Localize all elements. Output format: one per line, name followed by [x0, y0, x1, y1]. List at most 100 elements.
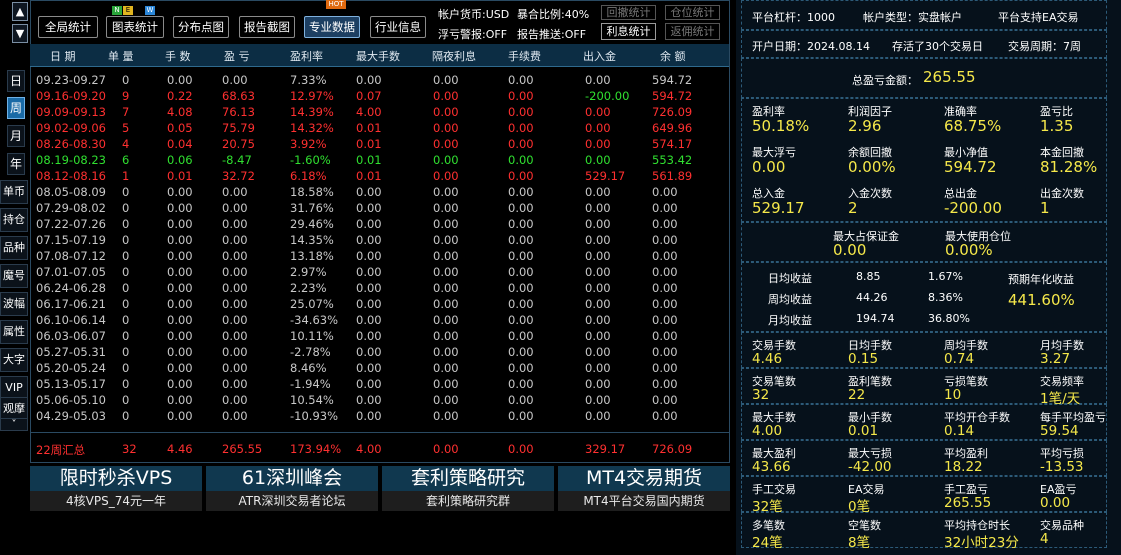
cell-max-lots: 0.01 [356, 121, 382, 135]
cell-lots: 0.00 [167, 281, 193, 295]
monthly-return-amount: 194.74 [856, 312, 895, 325]
table-row[interactable]: 06.24-06.28 0 0.00 0.00 2.23% 0.00 0.00 0.00 0.0… [30, 280, 729, 296]
cell-swap: 0.00 [433, 329, 459, 343]
side-tab-positions[interactable]: 持仓 [0, 208, 28, 232]
cell-count: 0 [122, 73, 130, 87]
table-row[interactable]: 05.27-05.31 0 0.00 0.00 -2.78% 0.00 0.00 0.00 0.… [30, 344, 729, 360]
report-screenshot-button[interactable]: 报告截图 [239, 16, 295, 38]
column-header-count[interactable]: 单 量 [108, 48, 134, 64]
chart-stats-button[interactable]: 图表统计 [106, 16, 164, 38]
table-row[interactable]: 06.03-06.07 0 0.00 0.00 10.11% 0.00 0.00 0.00 0.… [30, 328, 729, 344]
side-tab-symbols[interactable]: 品种 [0, 236, 28, 260]
tab-week[interactable]: 周 [7, 97, 25, 119]
scroll-up-icon[interactable]: ▲ [12, 2, 28, 21]
side-tab-single-currency[interactable]: 单币 [0, 180, 28, 204]
more-chevron-icon[interactable]: ˅ [0, 418, 28, 431]
cell-swap: 0.00 [433, 393, 459, 407]
banner-arbitrage[interactable]: 套利策略研究 [382, 466, 554, 491]
banner-vps-sub[interactable]: 4核VPS_74元一年 [30, 491, 202, 511]
table-row[interactable]: 05.13-05.17 0 0.00 0.00 -1.94% 0.00 0.00 0.00 0.… [30, 376, 729, 392]
column-header-fee[interactable]: 手续费 [508, 48, 541, 64]
side-tab-large-font[interactable]: 大字 [0, 348, 28, 372]
cell-pl: 0.00 [222, 281, 248, 295]
table-row[interactable]: 07.29-08.02 0 0.00 0.00 31.76% 0.00 0.00 0.00 0.… [30, 200, 729, 216]
cell-lots: 0.00 [167, 217, 193, 231]
cell-date: 09.23-09.27 [36, 73, 106, 87]
column-header-rate[interactable]: 盈利率 [290, 48, 323, 64]
column-header-balance[interactable]: 余 额 [660, 48, 686, 64]
scroll-down-icon[interactable]: ▼ [12, 24, 28, 43]
banner-mt4-futures-sub[interactable]: MT4平台交易国内期货 [558, 491, 730, 511]
avg-open-lots-value: 0.14 [944, 423, 975, 439]
banner-arbitrage-sub[interactable]: 套利策略研究群 [382, 491, 554, 511]
column-header-max-lots[interactable]: 最大手数 [356, 48, 400, 64]
table-row[interactable]: 09.02-09.06 5 0.05 75.79 14.32% 0.01 0.00 0.00 0… [30, 120, 729, 136]
position-stats-button[interactable]: 仓位统计 [665, 5, 720, 20]
banner-mt4-futures[interactable]: MT4交易期货 [558, 466, 730, 491]
cell-deposit: 0.00 [585, 409, 611, 423]
ea-trades-value: 0笔 [848, 499, 871, 515]
cell-lots: 0.00 [167, 233, 193, 247]
table-row[interactable]: 07.22-07.26 0 0.00 0.00 29.46% 0.00 0.00 0.00 0.… [30, 216, 729, 232]
cell-pl: 20.75 [222, 137, 255, 151]
cell-rate: 18.58% [290, 185, 334, 199]
cell-deposit: 0.00 [585, 393, 611, 407]
column-header-deposit[interactable]: 出入金 [583, 48, 616, 64]
cell-rate: 2.23% [290, 281, 327, 295]
cell-pl: 0.00 [222, 217, 248, 231]
cell-max-lots: 0.07 [356, 89, 382, 103]
cell-deposit: 0.00 [585, 137, 611, 151]
rebate-stats-button[interactable]: 返佣统计 [665, 23, 720, 40]
global-stats-button[interactable]: 全局统计 [38, 16, 98, 38]
table-row[interactable]: 07.01-07.05 0 0.00 0.00 2.97% 0.00 0.00 0.00 0.0… [30, 264, 729, 280]
table-row[interactable]: 08.05-08.09 0 0.00 0.00 18.58% 0.00 0.00 0.00 0.… [30, 184, 729, 200]
table-row[interactable]: 08.26-08.30 4 0.04 20.75 3.92% 0.01 0.00 0.00 0.… [30, 136, 729, 152]
tab-year[interactable]: 年 [7, 153, 25, 175]
column-header-lots[interactable]: 手 数 [165, 48, 191, 64]
table-row[interactable]: 09.09-09.13 7 4.08 76.13 14.39% 4.00 0.00 0.00 0… [30, 104, 729, 120]
column-header-swap[interactable]: 隔夜利息 [432, 48, 476, 64]
column-header-date[interactable]: 日 期 [50, 48, 76, 64]
table-row[interactable]: 05.06-05.10 0 0.00 0.00 10.54% 0.00 0.00 0.00 0.… [30, 392, 729, 408]
tab-month[interactable]: 月 [7, 125, 25, 147]
total-deposit-value: 529.17 [752, 199, 805, 217]
interest-stats-button[interactable]: 利息统计 [601, 23, 656, 40]
table-row[interactable]: 08.19-08.23 6 0.06 -8.47 -1.60% 0.01 0.00 0.00 0… [30, 152, 729, 168]
tab-day[interactable]: 日 [7, 70, 25, 92]
pro-data-button[interactable]: 专业数据 [304, 16, 360, 38]
cell-pl: 0.00 [222, 297, 248, 311]
cell-lots: 4.08 [167, 105, 193, 119]
side-tab-volatility[interactable]: 波幅 [0, 292, 28, 316]
table-row[interactable]: 06.10-06.14 0 0.00 0.00 -34.63% 0.00 0.00 0.00 0… [30, 312, 729, 328]
cell-deposit: 0.00 [585, 377, 611, 391]
column-header-pl[interactable]: 盈 亏 [224, 48, 250, 64]
cell-date: 06.03-06.07 [36, 329, 106, 343]
banner-vps[interactable]: 限时秒杀VPS [30, 466, 202, 491]
distribution-chart-button[interactable]: 分布点图 [173, 16, 229, 38]
win-count-value: 22 [848, 387, 866, 403]
side-tab-magic[interactable]: 魔号 [0, 264, 28, 288]
table-row[interactable]: 08.12-08.16 1 0.01 32.72 6.18% 0.01 0.00 0.00 52… [30, 168, 729, 184]
cell-swap: 0.00 [433, 265, 459, 279]
cell-rate: 7.33% [290, 73, 327, 87]
table-row[interactable]: 04.29-05.03 0 0.00 0.00 -10.93% 0.00 0.00 0.00 0… [30, 408, 729, 424]
cell-count: 5 [122, 121, 130, 135]
banner-summit[interactable]: 61深圳峰会 [206, 466, 378, 491]
side-tab-attributes[interactable]: 属性 [0, 320, 28, 344]
table-row[interactable]: 09.23-09.27 0 0.00 0.00 7.33% 0.00 0.00 0.00 0.0… [30, 72, 729, 88]
drawdown-stats-button[interactable]: 回撤统计 [601, 5, 656, 20]
cell-deposit: 0.00 [585, 313, 611, 327]
cell-pl: 0.00 [222, 201, 248, 215]
banner-summit-sub[interactable]: ATR深圳交易者论坛 [206, 491, 378, 511]
cell-fee: 0.00 [508, 185, 534, 199]
table-row[interactable]: 06.17-06.21 0 0.00 0.00 25.07% 0.00 0.00 0.00 0.… [30, 296, 729, 312]
table-row[interactable]: 07.08-07.12 0 0.00 0.00 13.18% 0.00 0.00 0.00 0.… [30, 248, 729, 264]
table-row[interactable]: 07.15-07.19 0 0.00 0.00 14.35% 0.00 0.00 0.00 0.… [30, 232, 729, 248]
table-row[interactable]: 05.20-05.24 0 0.00 0.00 8.46% 0.00 0.00 0.00 0.0… [30, 360, 729, 376]
table-row[interactable]: 09.16-09.20 9 0.22 68.63 12.97% 0.07 0.00 0.00 -… [30, 88, 729, 104]
principal-drawdown-value: 81.28% [1040, 158, 1098, 176]
summary-swap: 0.00 [433, 442, 459, 456]
cell-fee: 0.00 [508, 361, 534, 375]
cell-max-lots: 0.00 [356, 249, 382, 263]
industry-info-button[interactable]: 行业信息 [370, 16, 426, 38]
